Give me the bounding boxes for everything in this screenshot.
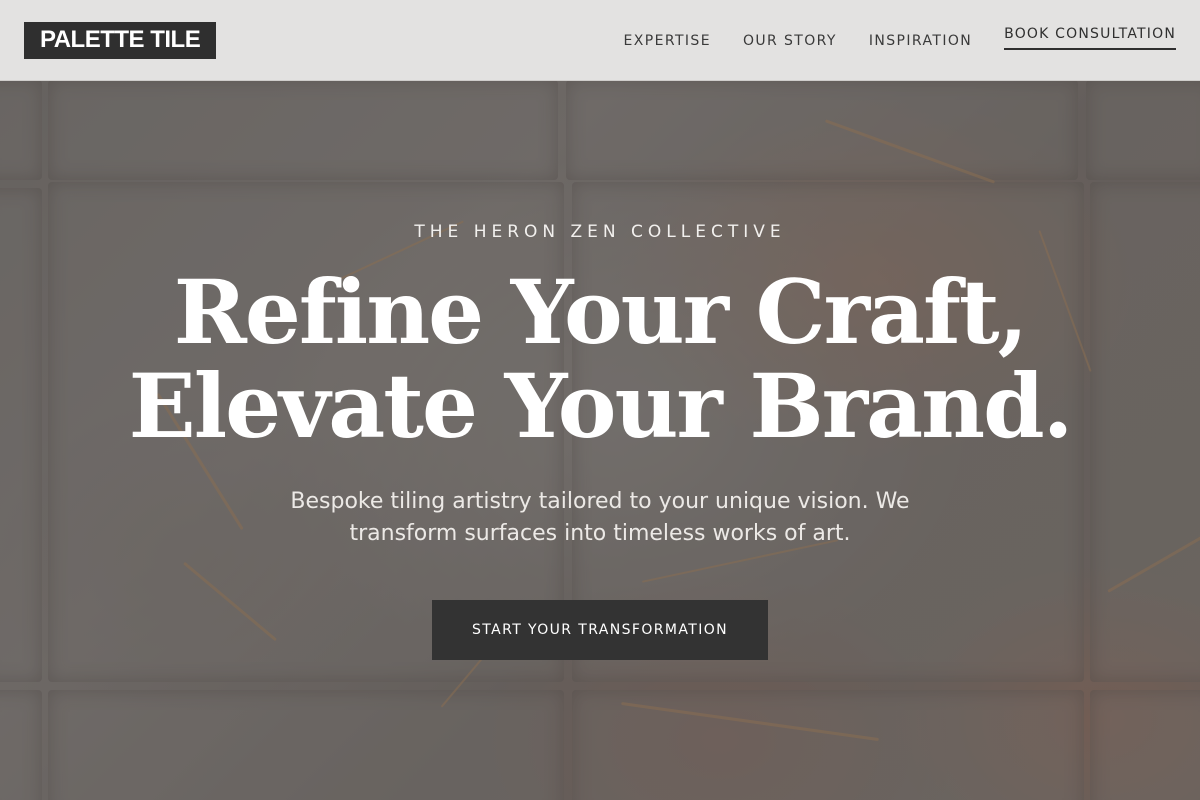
logo[interactable]: PALETTE TILE — [24, 21, 217, 59]
hero-headline-line-1: Refine Your Craft, — [173, 260, 1028, 364]
nav-link-our-story[interactable]: OUR STORY — [743, 33, 837, 49]
main-nav: EXPERTISE OUR STORY INSPIRATION BOOK CON… — [624, 26, 1176, 50]
nav-link-inspiration[interactable]: INSPIRATION — [869, 33, 972, 49]
hero-headline: Refine Your Craft, Elevate Your Brand. — [0, 265, 1200, 453]
start-transformation-button[interactable]: START YOUR TRANSFORMATION — [432, 600, 768, 660]
site-header: PALETTE TILE EXPERTISE OUR STORY INSPIRA… — [0, 0, 1200, 81]
hero-eyebrow: THE HERON ZEN COLLECTIVE — [414, 222, 786, 242]
book-consultation-link[interactable]: BOOK CONSULTATION — [1004, 26, 1176, 50]
page: PALETTE TILE EXPERTISE OUR STORY INSPIRA… — [0, 0, 1200, 800]
hero-section: THE HERON ZEN COLLECTIVE Refine Your Cra… — [0, 81, 1200, 800]
hero-headline-line-2: Elevate Your Brand. — [128, 354, 1074, 458]
hero-subtext: Bespoke tiling artistry tailored to your… — [290, 489, 910, 546]
nav-link-expertise[interactable]: EXPERTISE — [624, 33, 711, 49]
